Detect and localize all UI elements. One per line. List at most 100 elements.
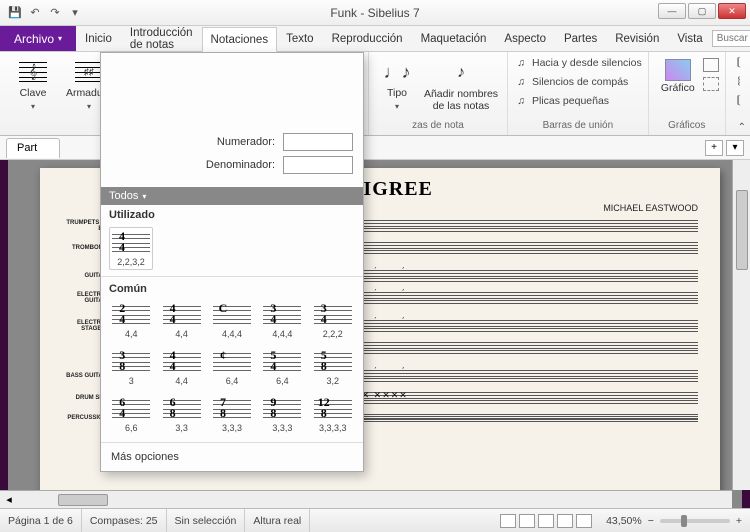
tab-inicio[interactable]: Inicio <box>76 26 121 51</box>
group-label-cabezas: zas de nota <box>375 119 501 135</box>
timesig-option[interactable]: ¢6,4 <box>208 346 256 389</box>
tab-notaciones[interactable]: Notaciones <box>202 27 278 52</box>
grafico-button[interactable]: Gráfico <box>655 54 701 114</box>
timesig-option[interactable]: 444,4 <box>157 346 205 389</box>
plicas-button[interactable]: ♫Plicas pequeñas <box>514 92 642 110</box>
tab-texto[interactable]: Texto <box>277 26 323 51</box>
timesig-option[interactable]: 683,3 <box>157 393 205 436</box>
tipo-button[interactable]: ♩♪ Tipo <box>375 54 419 114</box>
tipo-label: Tipo <box>387 88 407 100</box>
maximize-button[interactable]: ▢ <box>688 3 716 19</box>
timesig-option[interactable]: 983,3,3 <box>258 393 306 436</box>
timesig-option[interactable]: 344,4,4 <box>258 299 306 342</box>
denominador-label: Denominador: <box>206 159 275 171</box>
view-mode-4[interactable] <box>557 514 573 528</box>
filter-todos-dropdown[interactable]: Todos <box>101 187 363 205</box>
timesig-option[interactable]: 646,6 <box>107 393 155 436</box>
timesig-option[interactable]: 444,4 <box>157 299 205 342</box>
section-comun: Común <box>101 279 363 297</box>
group-label-graficos: Gráficos <box>655 119 719 135</box>
view-mode-2[interactable] <box>519 514 535 528</box>
qat-customize-icon[interactable]: ▾ <box>66 4 84 22</box>
qat-redo-icon[interactable]: ↷ <box>46 4 64 22</box>
tab-vista[interactable]: Vista <box>668 26 711 51</box>
ribbon-tabs: Archivo Inicio Introducción de notas Not… <box>0 26 750 52</box>
status-altura[interactable]: Altura real <box>245 509 310 532</box>
horizontal-scrollbar[interactable]: ◂ <box>0 490 732 508</box>
status-compases[interactable]: Compases: 25 <box>82 509 167 532</box>
corchete-sup-button[interactable]: 𝄕Corchete suplementario <box>732 92 750 110</box>
timesig-option[interactable]: 583,2 <box>309 346 357 389</box>
brace-icon: 𝄔 <box>732 76 746 89</box>
window-title: Funk - Sibelius 7 <box>0 6 750 20</box>
numerador-input[interactable] <box>283 133 353 151</box>
qat-undo-icon[interactable]: ↶ <box>26 4 44 22</box>
clave-label: Clave <box>20 88 47 100</box>
hacia-button[interactable]: ♫Hacia y desde silencios <box>514 54 642 72</box>
add-tab-button[interactable]: + <box>705 140 723 156</box>
clef-icon: 𝄞 <box>18 59 48 86</box>
silencios-button[interactable]: ♫Silencios de compás <box>514 73 642 91</box>
qat-save-icon[interactable]: 💾 <box>6 4 24 22</box>
group-label-barras: Barras de unión <box>514 119 642 135</box>
timesig-option[interactable]: 1283,3,3,3 <box>309 393 357 436</box>
tab-reproduccion[interactable]: Reproducción <box>323 26 412 51</box>
notehead-icon: ♩♪ <box>382 59 412 86</box>
file-menu-button[interactable]: Archivo <box>0 26 76 51</box>
grafico-label: Gráfico <box>661 83 695 95</box>
timesig-option[interactable]: 342,2,2 <box>309 299 357 342</box>
ribbon-search: ? <box>712 26 750 51</box>
scroll-thumb[interactable] <box>736 190 748 270</box>
zoom-value[interactable]: 43,50% <box>606 515 642 527</box>
graphic-frame-icon[interactable] <box>703 56 719 74</box>
group-cabezas: ♩♪ Tipo ♪ Añadir nombres de las notas za… <box>369 52 508 135</box>
view-mode-5[interactable] <box>576 514 592 528</box>
close-button[interactable]: ✕ <box>718 3 746 19</box>
clave-button[interactable]: 𝄞 Clave <box>6 54 60 114</box>
corchete-button[interactable]: 𝄕Corchete <box>732 54 750 72</box>
ribbon-search-input[interactable] <box>712 30 750 47</box>
graphic-reset-icon[interactable] <box>703 75 719 93</box>
title-bar: 💾 ↶ ↷ ▾ Funk - Sibelius 7 — ▢ ✕ <box>0 0 750 26</box>
view-mode-3[interactable] <box>538 514 554 528</box>
minimize-button[interactable]: — <box>658 3 686 19</box>
ribbon-collapse-icon[interactable]: ⌃ <box>738 122 746 133</box>
view-mode-buttons <box>494 514 598 528</box>
window-controls: — ▢ ✕ <box>658 3 746 19</box>
mas-opciones-button[interactable]: Más opciones <box>101 442 363 471</box>
status-selection: Sin selección <box>167 509 246 532</box>
tab-partes[interactable]: Partes <box>555 26 606 51</box>
group-graficos: Gráfico Gráficos <box>649 52 726 135</box>
tab-aspecto[interactable]: Aspecto <box>495 26 555 51</box>
bracket-icon: 𝄕 <box>732 57 746 70</box>
timesig-option[interactable]: C4,4,4 <box>208 299 256 342</box>
doc-tab-part[interactable]: Part <box>6 138 60 158</box>
timesig-option[interactable]: 383 <box>107 346 155 389</box>
tab-introduccion[interactable]: Introducción de notas <box>121 26 202 51</box>
anadir-button[interactable]: ♪ Añadir nombres de las notas <box>421 54 501 114</box>
graphic-icon <box>665 59 691 81</box>
timesig-option[interactable]: 442,2,3,2 <box>109 227 153 270</box>
zoom-in-button[interactable]: + <box>736 515 742 527</box>
denominador-input[interactable] <box>283 156 353 174</box>
numerador-label: Numerador: <box>217 136 275 148</box>
zoom-slider[interactable] <box>660 519 730 523</box>
anadir-label: Añadir nombres de las notas <box>422 89 500 112</box>
status-bar: Página 1 de 6 Compases: 25 Sin selección… <box>0 508 750 532</box>
status-page[interactable]: Página 1 de 6 <box>0 509 82 532</box>
view-mode-1[interactable] <box>500 514 516 528</box>
tabs-menu-button[interactable]: ▾ <box>726 140 744 156</box>
tab-revision[interactable]: Revisión <box>606 26 668 51</box>
zoom-out-button[interactable]: − <box>648 515 654 527</box>
tab-maquetacion[interactable]: Maquetación <box>412 26 496 51</box>
rest-icon: ♫ <box>514 76 528 88</box>
timesig-option[interactable]: 244,4 <box>107 299 155 342</box>
scroll-thumb[interactable] <box>58 494 108 506</box>
group-barras-union: ♫Hacia y desde silencios ♫Silencios de c… <box>508 52 649 135</box>
notenames-icon: ♪ <box>446 59 476 87</box>
beam-icon: ♫ <box>514 57 528 69</box>
timesig-option[interactable]: 783,3,3 <box>208 393 256 436</box>
timesig-option[interactable]: 546,4 <box>258 346 306 389</box>
vertical-scrollbar[interactable] <box>732 160 750 490</box>
llave-button[interactable]: 𝄔Llave <box>732 73 750 91</box>
